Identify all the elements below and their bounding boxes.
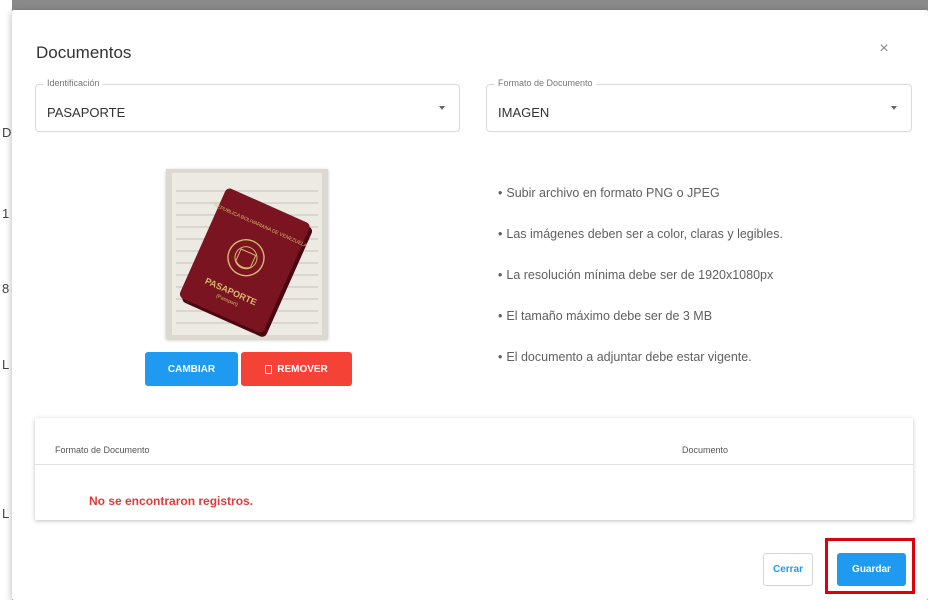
- formato-documento-select[interactable]: Formato de Documento IMAGEN: [486, 78, 912, 132]
- edge-char: L: [2, 506, 10, 521]
- identificacion-select[interactable]: Identificación PASAPORTE: [35, 78, 460, 132]
- table-divider: [35, 464, 913, 465]
- close-button[interactable]: Cerrar: [763, 553, 813, 586]
- identificacion-label: Identificación: [44, 78, 103, 88]
- save-button[interactable]: Guardar: [837, 553, 906, 586]
- requirement-item: • La resolución mínima debe ser de 1920x1…: [498, 268, 774, 282]
- caret-down-icon: [439, 106, 445, 110]
- edge-char: D: [2, 125, 12, 140]
- formato-documento-value: IMAGEN: [498, 105, 550, 120]
- edge-char: 1: [2, 206, 10, 221]
- documents-modal: Documentos × Identificación PASAPORTE Fo…: [12, 10, 928, 600]
- caret-down-icon: [891, 106, 897, 110]
- column-header-documento: Documento: [682, 445, 729, 455]
- requirement-item: • El documento a adjuntar debe estar vige…: [498, 350, 752, 364]
- change-image-button[interactable]: CAMBIAR: [145, 352, 238, 386]
- close-icon[interactable]: ×: [874, 39, 894, 59]
- document-image-preview: REPUBLICA BOLIVARIANA DE VENEZUELA PASAP…: [166, 169, 328, 339]
- edge-char: L: [2, 357, 10, 372]
- remove-image-button[interactable]: REMOVER: [241, 352, 352, 386]
- formato-documento-label: Formato de Documento: [495, 78, 596, 88]
- requirement-item: • Subir archivo en formato PNG o JPEG: [498, 186, 720, 200]
- modal-title: Documentos: [36, 43, 132, 62]
- requirements-list: • Subir archivo en formato PNG o JPEG • La…: [498, 186, 783, 391]
- identificacion-value: PASAPORTE: [47, 105, 126, 120]
- trash-icon: [265, 364, 273, 374]
- empty-table-message: No se encontraron registros.: [89, 494, 254, 508]
- documents-table: Formato de Documento Documento No se enc…: [35, 418, 913, 520]
- passport-image: REPUBLICA BOLIVARIANA DE VENEZUELA PASAP…: [166, 169, 328, 339]
- background-page-edge: D 1 8 L L: [0, 0, 12, 600]
- requirement-item: • Las imágenes deben ser a color, claras …: [498, 227, 783, 241]
- edge-char: 8: [2, 281, 10, 296]
- remove-label: REMOVER: [277, 363, 328, 375]
- column-header-formato: Formato de Documento: [55, 445, 150, 455]
- requirement-item: • El tamaño máximo debe ser de 3 MB: [498, 309, 713, 323]
